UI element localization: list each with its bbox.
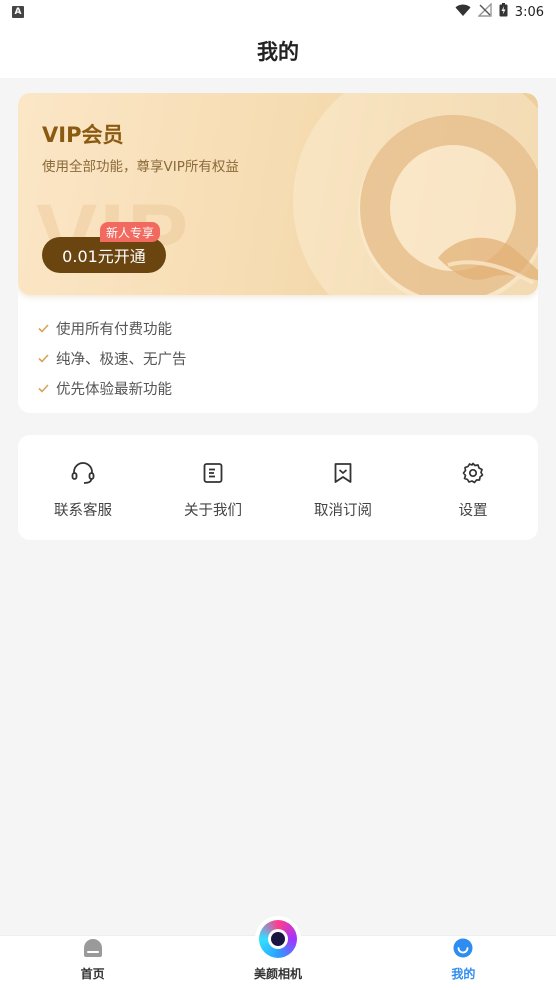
menu-item-cancel-subscription[interactable]: 取消订阅 (278, 435, 408, 540)
tab-mine[interactable]: 我的 (371, 936, 556, 990)
notification-a-icon: A (12, 6, 24, 18)
new-user-badge: 新人专享 (100, 222, 161, 242)
battery-charging-icon (499, 3, 508, 21)
menu-card: 联系客服 关于我们 取消订阅 设置 (18, 435, 538, 540)
wifi-icon (455, 4, 471, 21)
tab-home[interactable]: 首页 (0, 936, 185, 990)
vip-title: VIP会员 (42, 123, 124, 147)
menu-item-about-us[interactable]: 关于我们 (148, 435, 278, 540)
camera-icon[interactable] (258, 920, 297, 958)
benefit-text: 使用所有付费功能 (56, 321, 172, 338)
menu-item-settings[interactable]: 设置 (408, 435, 538, 540)
vip-benefits-list: 使用所有付费功能 纯净、极速、无广告 优先体验最新功能 (36, 313, 187, 403)
benefit-item: 优先体验最新功能 (36, 373, 187, 403)
vip-logo-art (293, 93, 538, 295)
headset-icon (69, 459, 97, 487)
home-icon (83, 938, 103, 961)
vip-activate-button[interactable]: 0.01元开通 (42, 237, 166, 273)
profile-smile-icon (453, 938, 473, 961)
bookmark-icon (329, 459, 357, 487)
menu-item-customer-service[interactable]: 联系客服 (18, 435, 148, 540)
check-icon (36, 381, 50, 395)
vip-subtitle: 使用全部功能，尊享VIP所有权益 (42, 159, 239, 175)
tab-label: 首页 (80, 967, 105, 981)
benefit-text: 优先体验最新功能 (56, 381, 172, 398)
tab-label: 我的 (451, 967, 476, 981)
vip-banner[interactable]: VIP VIP会员 使用全部功能，尊享VIP所有权益 0.01元开通 新人专享 (18, 93, 538, 295)
status-bar: A 3:06 (0, 0, 556, 24)
menu-label: 关于我们 (184, 503, 242, 519)
benefit-item: 使用所有付费功能 (36, 313, 187, 343)
document-icon (199, 459, 227, 487)
no-signal-icon (477, 2, 492, 21)
benefit-item: 纯净、极速、无广告 (36, 343, 187, 373)
tab-beauty-camera[interactable]: 美颜相机 (185, 920, 370, 990)
benefit-text: 纯净、极速、无广告 (56, 351, 187, 368)
page-header: 我的 (0, 24, 556, 78)
vip-card: VIP VIP会员 使用全部功能，尊享VIP所有权益 0.01元开通 新人专享 … (18, 93, 538, 413)
menu-label: 设置 (458, 503, 488, 519)
tab-label: 美颜相机 (253, 967, 302, 981)
gear-icon (459, 459, 487, 487)
menu-label: 联系客服 (54, 503, 112, 519)
menu-label: 取消订阅 (314, 503, 372, 519)
check-icon (36, 351, 50, 365)
page-title: 我的 (257, 40, 299, 64)
check-icon (36, 321, 50, 335)
status-time: 3:06 (514, 4, 544, 20)
bottom-tab-bar: 首页 美颜相机 我的 (0, 920, 556, 990)
